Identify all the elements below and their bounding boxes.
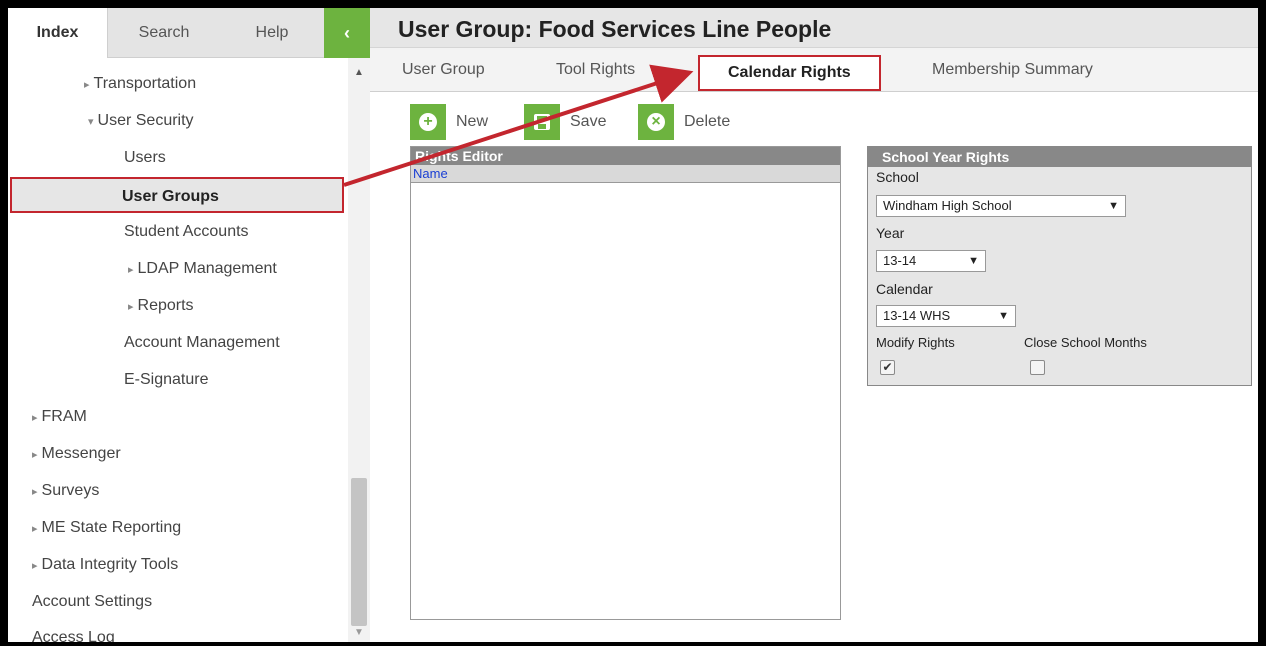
- calendar-label: Calendar: [876, 281, 933, 297]
- tree-item-label: E-Signature: [124, 371, 209, 388]
- tree-item-data-integrity-tools[interactable]: ▸ Data Integrity Tools: [32, 547, 178, 583]
- name-column-header[interactable]: Name: [411, 165, 840, 183]
- sidebar-scrollbar[interactable]: ▲ ▼: [348, 58, 370, 642]
- tree-item-label: Account Management: [124, 334, 280, 351]
- modify-rights-checkbox[interactable]: ✔: [880, 360, 895, 375]
- main-panel: User Group: Food Services Line People Us…: [370, 8, 1258, 642]
- sidebar: Index Search Help ‹ ▸ Transportation ▾ Use…: [8, 8, 370, 642]
- tree-item-label: User Groups: [122, 188, 219, 205]
- tree-item-messenger[interactable]: ▸ Messenger: [32, 436, 121, 472]
- dropdown-arrow-icon: ▼: [998, 310, 1009, 322]
- tab-index[interactable]: Index: [8, 8, 108, 58]
- tree-item-label: Account Settings: [32, 593, 153, 610]
- tab-help[interactable]: Help: [220, 8, 324, 58]
- tree-item-reports[interactable]: ▸ Reports: [128, 288, 194, 324]
- caret-right-icon: ▸: [32, 449, 38, 461]
- tree-item-account-settings[interactable]: Account Settings: [32, 584, 152, 620]
- school-label: School: [876, 169, 919, 185]
- new-button[interactable]: + New: [410, 104, 488, 140]
- caret-right-icon: ▸: [32, 486, 38, 498]
- modify-rights-label: Modify Rights: [876, 335, 955, 350]
- tree-item-label: Reports: [137, 297, 194, 314]
- tree-item-label: Transportation: [93, 75, 197, 92]
- sidebar-tabs: Index Search Help: [8, 8, 369, 58]
- caret-right-icon: ▸: [128, 301, 134, 313]
- delete-button[interactable]: × Delete: [638, 104, 730, 140]
- tree-item-label: Users: [124, 149, 166, 166]
- tree-item-surveys[interactable]: ▸ Surveys: [32, 473, 99, 509]
- tree-item-e-signature[interactable]: E-Signature: [124, 362, 209, 398]
- tree-item-user-security[interactable]: ▾ User Security: [88, 103, 194, 139]
- caret-right-icon: ▸: [32, 412, 38, 424]
- tab-calendar-rights[interactable]: Calendar Rights: [698, 55, 881, 91]
- page-title: User Group: Food Services Line People: [398, 16, 832, 42]
- save-icon: [524, 104, 560, 140]
- tab-membership-summary[interactable]: Membership Summary: [932, 61, 1093, 79]
- tab-user-group[interactable]: User Group: [402, 61, 485, 79]
- tab-search[interactable]: Search: [108, 8, 220, 58]
- tree-item-user-groups[interactable]: User Groups: [10, 177, 344, 213]
- close-school-months-label: Close School Months: [1024, 335, 1147, 350]
- school-year-rights-panel: School Year Rights School Windham High S…: [867, 146, 1252, 386]
- scrollbar-thumb[interactable]: [351, 478, 367, 626]
- navigation-tree: ▸ Transportation ▾ User Security Users Use…: [8, 58, 348, 642]
- caret-right-icon: ▸: [32, 523, 38, 535]
- dropdown-arrow-icon: ▼: [968, 255, 979, 267]
- tree-item-transportation[interactable]: ▸ Transportation: [84, 66, 196, 102]
- rights-editor-panel: Rights Editor Name: [410, 146, 841, 620]
- tree-item-users[interactable]: Users: [124, 140, 166, 176]
- tree-item-label: LDAP Management: [137, 260, 277, 277]
- tree-item-label: User Security: [97, 112, 194, 129]
- school-select[interactable]: Windham High School ▼: [876, 195, 1126, 217]
- delete-icon: ×: [638, 104, 674, 140]
- caret-right-icon: ▸: [84, 79, 90, 91]
- collapse-sidebar-button[interactable]: ‹: [324, 8, 370, 58]
- year-select[interactable]: 13-14 ▼: [876, 250, 986, 272]
- scroll-down-icon[interactable]: ▼: [348, 626, 370, 640]
- save-button[interactable]: Save: [524, 104, 606, 140]
- tree-item-ldap-management[interactable]: ▸ LDAP Management: [128, 251, 277, 287]
- rights-editor-title: Rights Editor: [411, 147, 840, 165]
- caret-down-icon: ▾: [88, 116, 94, 128]
- tree-item-student-accounts[interactable]: Student Accounts: [124, 214, 249, 250]
- app-window: Index Search Help ‹ ▸ Transportation ▾ Use…: [8, 8, 1258, 642]
- tree-item-account-management[interactable]: Account Management: [124, 325, 280, 361]
- tree-item-label: Student Accounts: [124, 223, 249, 240]
- tab-tool-rights[interactable]: Tool Rights: [556, 61, 635, 79]
- tree-item-label: ME State Reporting: [41, 519, 182, 536]
- plus-icon: +: [410, 104, 446, 140]
- tree-item-fram[interactable]: ▸ FRAM: [32, 399, 87, 435]
- tab-bar: User Group Tool Rights Calendar Rights M…: [370, 48, 1258, 92]
- school-year-rights-title: School Year Rights: [868, 147, 1251, 167]
- tree-item-label: Access Log: [32, 629, 115, 642]
- scroll-up-icon[interactable]: ▲: [348, 66, 370, 80]
- caret-right-icon: ▸: [32, 560, 38, 572]
- tree-item-me-state-reporting[interactable]: ▸ ME State Reporting: [32, 510, 181, 546]
- tree-item-label: Surveys: [41, 482, 100, 499]
- caret-right-icon: ▸: [128, 264, 134, 276]
- close-school-months-checkbox[interactable]: [1030, 360, 1045, 375]
- tree-item-label: FRAM: [41, 408, 87, 425]
- dropdown-arrow-icon: ▼: [1108, 200, 1119, 212]
- tree-item-label: Data Integrity Tools: [41, 556, 179, 573]
- year-label: Year: [876, 225, 905, 241]
- tree-item-access-log[interactable]: Access Log: [32, 620, 115, 642]
- calendar-select[interactable]: 13-14 WHS ▼: [876, 305, 1016, 327]
- tree-item-label: Messenger: [41, 445, 121, 462]
